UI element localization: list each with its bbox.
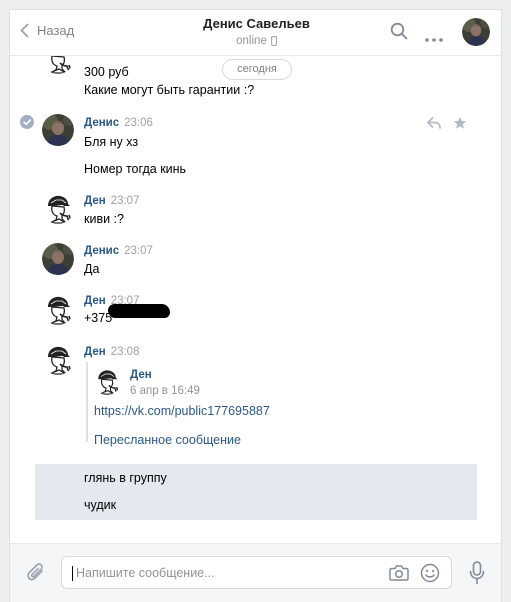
camera-icon	[389, 565, 409, 581]
star-icon	[453, 116, 467, 129]
text-caret	[72, 566, 73, 581]
avatar[interactable]	[42, 293, 74, 325]
redaction-scribble	[108, 304, 170, 318]
forwarded-author[interactable]: Ден	[130, 369, 152, 381]
avatar[interactable]	[42, 343, 74, 375]
avatar[interactable]	[42, 192, 74, 224]
more-button[interactable]	[425, 30, 443, 45]
message-history: 300 руб Какие могут быть гарантии :? сег…	[10, 56, 501, 543]
chat-window: Назад Денис Савельев online 300 руб Каки…	[9, 9, 502, 602]
message-text: 300 руб	[84, 65, 129, 79]
message-text: киви :?	[84, 212, 124, 226]
search-button[interactable]	[390, 22, 408, 43]
author-name: Ден	[84, 346, 106, 358]
microphone-icon	[469, 561, 485, 585]
date-divider: сегодня	[222, 59, 292, 80]
message-text: чудик	[84, 498, 117, 512]
selected-message[interactable]: глянь в группу чудик	[35, 464, 477, 520]
reply-icon	[427, 117, 441, 129]
message-text: Номер тогда кинь	[84, 162, 187, 176]
composer: Напишите сообщение...	[10, 543, 501, 602]
avatar[interactable]	[42, 114, 74, 146]
back-arrow-icon	[20, 23, 29, 38]
star-button[interactable]	[453, 116, 467, 133]
message-time: 23:07	[110, 195, 140, 207]
message-time: 23:07	[124, 245, 153, 257]
contact-info[interactable]: Денис Савельев online	[150, 16, 363, 47]
status-text: online	[236, 35, 267, 47]
author-name: Денис	[84, 245, 120, 257]
author-name: Денис	[84, 117, 120, 129]
emoji-button[interactable]	[420, 563, 440, 586]
forwarded-avatar[interactable]	[93, 367, 121, 395]
select-message-checkbox[interactable]	[20, 115, 34, 129]
phone-icon	[270, 36, 277, 46]
smile-icon	[420, 563, 440, 583]
message-author[interactable]: Денис 23:06	[84, 117, 153, 129]
paperclip-icon	[27, 563, 43, 581]
author-name: Ден	[84, 295, 106, 307]
message-text: Бля ну хз	[84, 135, 139, 149]
message-text: Какие могут быть гарантии :?	[84, 83, 255, 97]
message-placeholder: Напишите сообщение...	[76, 566, 215, 580]
back-button[interactable]: Назад	[20, 23, 74, 38]
message-author[interactable]: Ден 23:07	[84, 195, 139, 207]
attach-button[interactable]	[27, 562, 45, 587]
message-text: Да	[84, 262, 100, 276]
message-text: глянь в группу	[84, 471, 167, 485]
forwarded-date: 6 апр в 16:49	[130, 385, 200, 397]
check-icon	[23, 119, 31, 126]
contact-name: Денис Савельев	[203, 16, 310, 31]
back-label: Назад	[37, 23, 75, 38]
contact-status: online	[150, 35, 363, 47]
forwarded-bar	[86, 362, 88, 442]
voice-button[interactable]	[469, 561, 485, 588]
forwarded-label[interactable]: Пересланное сообщение	[94, 433, 241, 447]
chat-header: Назад Денис Савельев online	[10, 10, 501, 56]
avatar[interactable]	[42, 56, 74, 74]
reply-button[interactable]	[427, 117, 441, 132]
message-time: 23:06	[124, 117, 153, 129]
more-icon	[425, 38, 443, 42]
forwarded-link[interactable]: https://vk.com/public177695887	[94, 404, 270, 418]
message-input[interactable]: Напишите сообщение...	[61, 556, 452, 589]
avatar[interactable]	[42, 243, 74, 275]
message-time: 23:08	[110, 346, 140, 358]
search-icon	[390, 22, 408, 40]
message-author[interactable]: Денис 23:07	[84, 245, 153, 257]
message-author[interactable]: Ден 23:08	[84, 346, 139, 358]
author-name: Ден	[84, 195, 106, 207]
camera-button[interactable]	[389, 564, 409, 584]
contact-avatar[interactable]	[462, 18, 490, 46]
